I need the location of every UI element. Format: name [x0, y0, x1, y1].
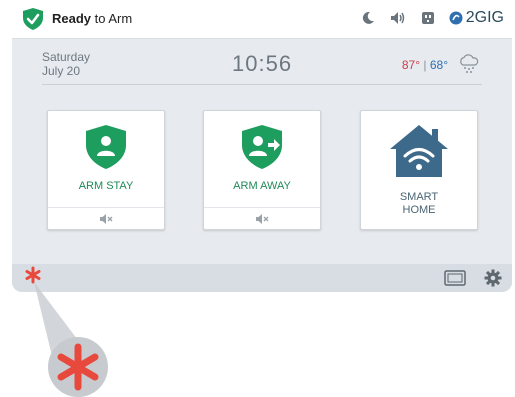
brand-name: 2GIG [465, 9, 504, 26]
snow-cloud-icon[interactable] [458, 54, 480, 74]
shield-person-exit-icon [242, 125, 282, 169]
temp-separator: | [423, 58, 427, 72]
temp-high: 87° [401, 58, 421, 72]
speaker-mute-icon [100, 214, 113, 224]
date-time-bar: Saturday July 20 10:56 87° | 68° [42, 44, 482, 85]
gear-icon[interactable] [484, 269, 502, 287]
volume-icon[interactable] [389, 9, 407, 27]
emergency-asterisk-callout-icon [57, 343, 99, 391]
bottom-bar [12, 264, 512, 292]
arm-away-mute-toggle[interactable] [204, 207, 320, 230]
day-label: Saturday [42, 50, 91, 64]
brand-logo: 2GIG [449, 9, 504, 27]
status-bar: Ready to Arm 2GIG [12, 0, 512, 39]
arm-stay-tile[interactable]: ARM STAY [47, 110, 165, 230]
moon-icon[interactable] [359, 9, 377, 27]
smart-home-label: SMART HOME [399, 191, 439, 216]
status-icons: 2GIG [359, 9, 504, 27]
temperature-readout[interactable]: 87° | 68° [402, 58, 448, 72]
control-panel-screen: Ready to Arm 2GIG Saturday July 20 10:56… [12, 0, 512, 292]
emergency-asterisk-icon[interactable] [24, 266, 42, 284]
shield-person-icon [86, 125, 126, 169]
smart-home-tile[interactable]: SMART HOME [360, 110, 478, 230]
arm-stay-mute-toggle[interactable] [48, 207, 164, 230]
arm-away-button[interactable]: ARM AWAY [204, 111, 320, 206]
shield-check-icon[interactable] [22, 7, 44, 31]
clock-time: 10:56 [232, 51, 293, 76]
outlet-icon[interactable] [419, 9, 437, 27]
speaker-mute-icon [256, 214, 269, 224]
screen-icon[interactable] [444, 270, 466, 286]
brand-mark-icon [449, 11, 463, 25]
arm-stay-button[interactable]: ARM STAY [48, 111, 164, 206]
arm-status-text[interactable]: Ready to Arm [52, 11, 132, 26]
home-wifi-icon [390, 125, 448, 177]
arm-away-label: ARM AWAY [233, 180, 291, 192]
date-label: July 20 [42, 64, 81, 78]
arm-away-tile[interactable]: ARM AWAY [203, 110, 321, 230]
arm-stay-label: ARM STAY [78, 180, 134, 192]
temp-low: 68° [429, 58, 448, 72]
